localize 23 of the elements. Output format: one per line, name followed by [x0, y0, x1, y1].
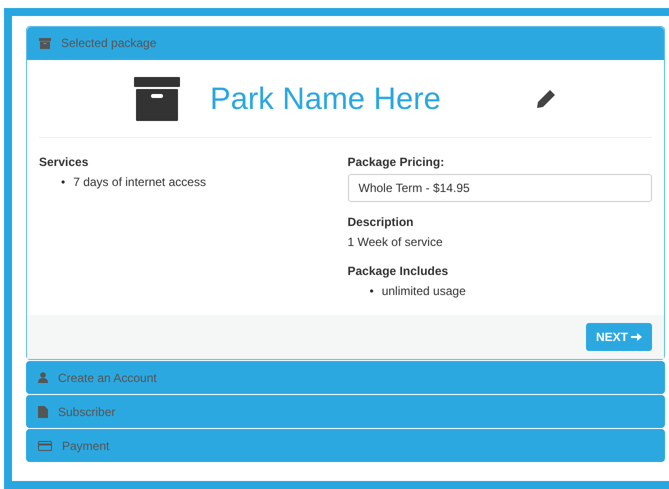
park-name: Park Name Here — [210, 80, 441, 118]
user-icon — [38, 372, 48, 384]
pricing-label: Package Pricing: — [348, 154, 446, 170]
next-button[interactable]: NEXT — [586, 322, 652, 352]
step-header[interactable]: Subscriber — [26, 395, 665, 428]
services-heading: Services — [39, 154, 90, 170]
archive-box-icon — [134, 76, 180, 120]
arrow-right-icon — [631, 332, 642, 342]
bullet-mark: • — [61, 174, 66, 190]
service-item: 7 days of internet access — [73, 174, 206, 190]
description-text: 1 Week of service — [348, 234, 444, 251]
step-header[interactable]: Payment — [26, 429, 665, 462]
description-heading: Description — [348, 214, 415, 230]
credit-card-icon — [38, 440, 52, 451]
pricing-select[interactable]: Whole Term - $14.95 — [348, 174, 652, 202]
includes-heading: Package Includes — [348, 262, 450, 279]
step-header[interactable]: Selected package — [27, 27, 664, 60]
step-header[interactable]: Create an Account — [26, 361, 665, 394]
pencil-icon[interactable] — [536, 88, 556, 108]
document-icon — [38, 406, 48, 418]
includes-item: unlimited usage — [382, 282, 466, 299]
archive-box-icon — [39, 38, 51, 49]
bullet-mark: • — [370, 282, 374, 299]
